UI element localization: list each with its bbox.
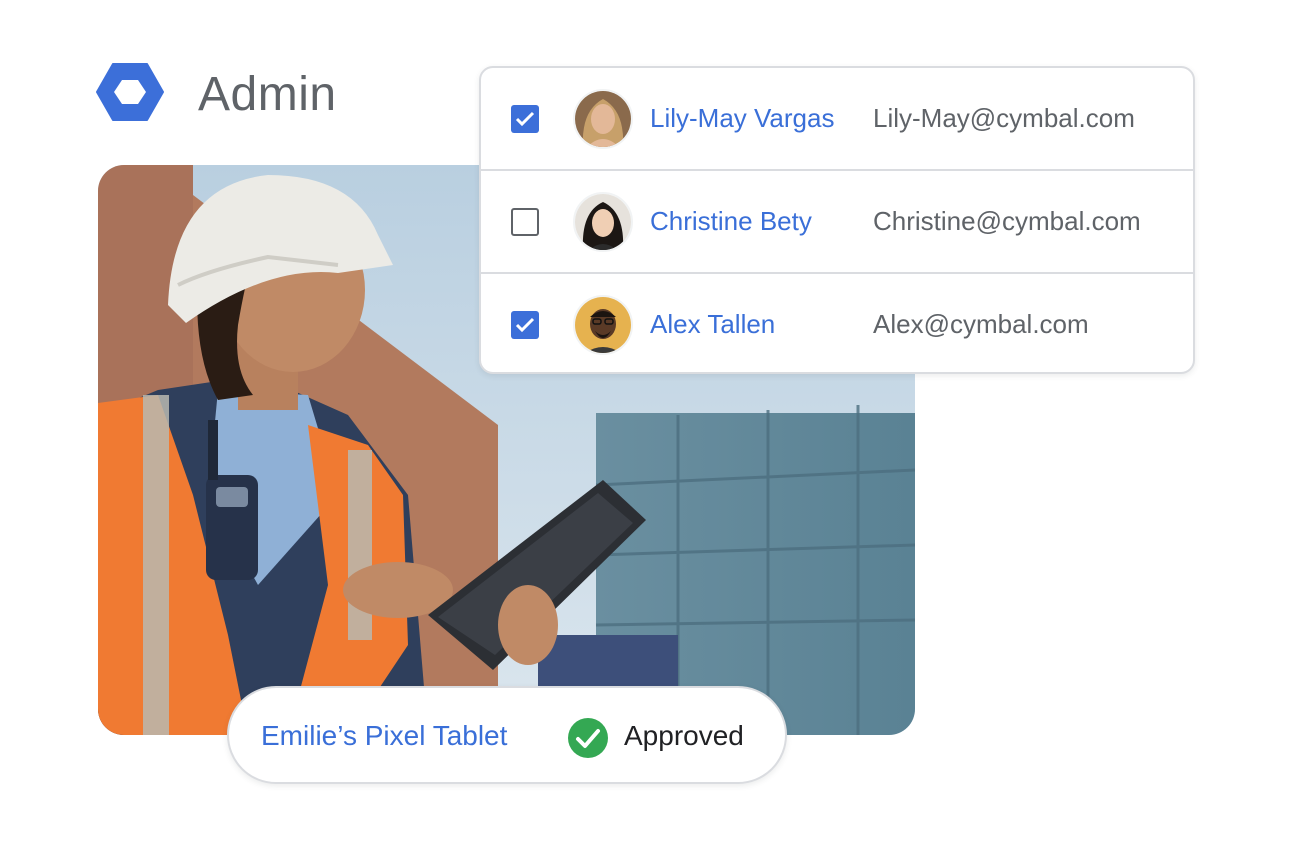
user-row[interactable]: Alex Tallen Alex@cymbal.com — [481, 274, 1193, 372]
page-title: Admin — [198, 68, 337, 121]
user-email: Alex@cymbal.com — [873, 309, 1089, 339]
user-name[interactable]: Christine Bety — [650, 206, 812, 237]
admin-hexagon-icon — [96, 62, 164, 127]
device-approval-pill: Emilie’s Pixel Tablet Approved — [227, 686, 787, 784]
user-checkbox[interactable] — [511, 104, 539, 133]
user-checkbox[interactable] — [511, 310, 539, 339]
check-circle-icon — [567, 717, 609, 764]
avatar — [573, 191, 633, 252]
avatar — [573, 294, 633, 355]
device-name[interactable]: Emilie’s Pixel Tablet — [261, 720, 507, 752]
avatar — [573, 88, 633, 149]
user-list-card: Lily-May Vargas Lily-May@cymbal.com Chri… — [479, 66, 1195, 374]
user-checkbox[interactable] — [511, 207, 539, 236]
user-email: Lily-May@cymbal.com — [873, 103, 1135, 133]
user-row[interactable]: Christine Bety Christine@cymbal.com — [481, 171, 1193, 274]
checkmark-icon — [515, 111, 535, 126]
user-row[interactable]: Lily-May Vargas Lily-May@cymbal.com — [481, 68, 1193, 171]
user-email: Christine@cymbal.com — [873, 206, 1141, 236]
user-name[interactable]: Alex Tallen — [650, 309, 775, 340]
checkmark-icon — [515, 317, 535, 332]
user-name[interactable]: Lily-May Vargas — [650, 103, 834, 134]
approval-status: Approved — [624, 720, 744, 751]
admin-brand: Admin — [96, 62, 337, 127]
